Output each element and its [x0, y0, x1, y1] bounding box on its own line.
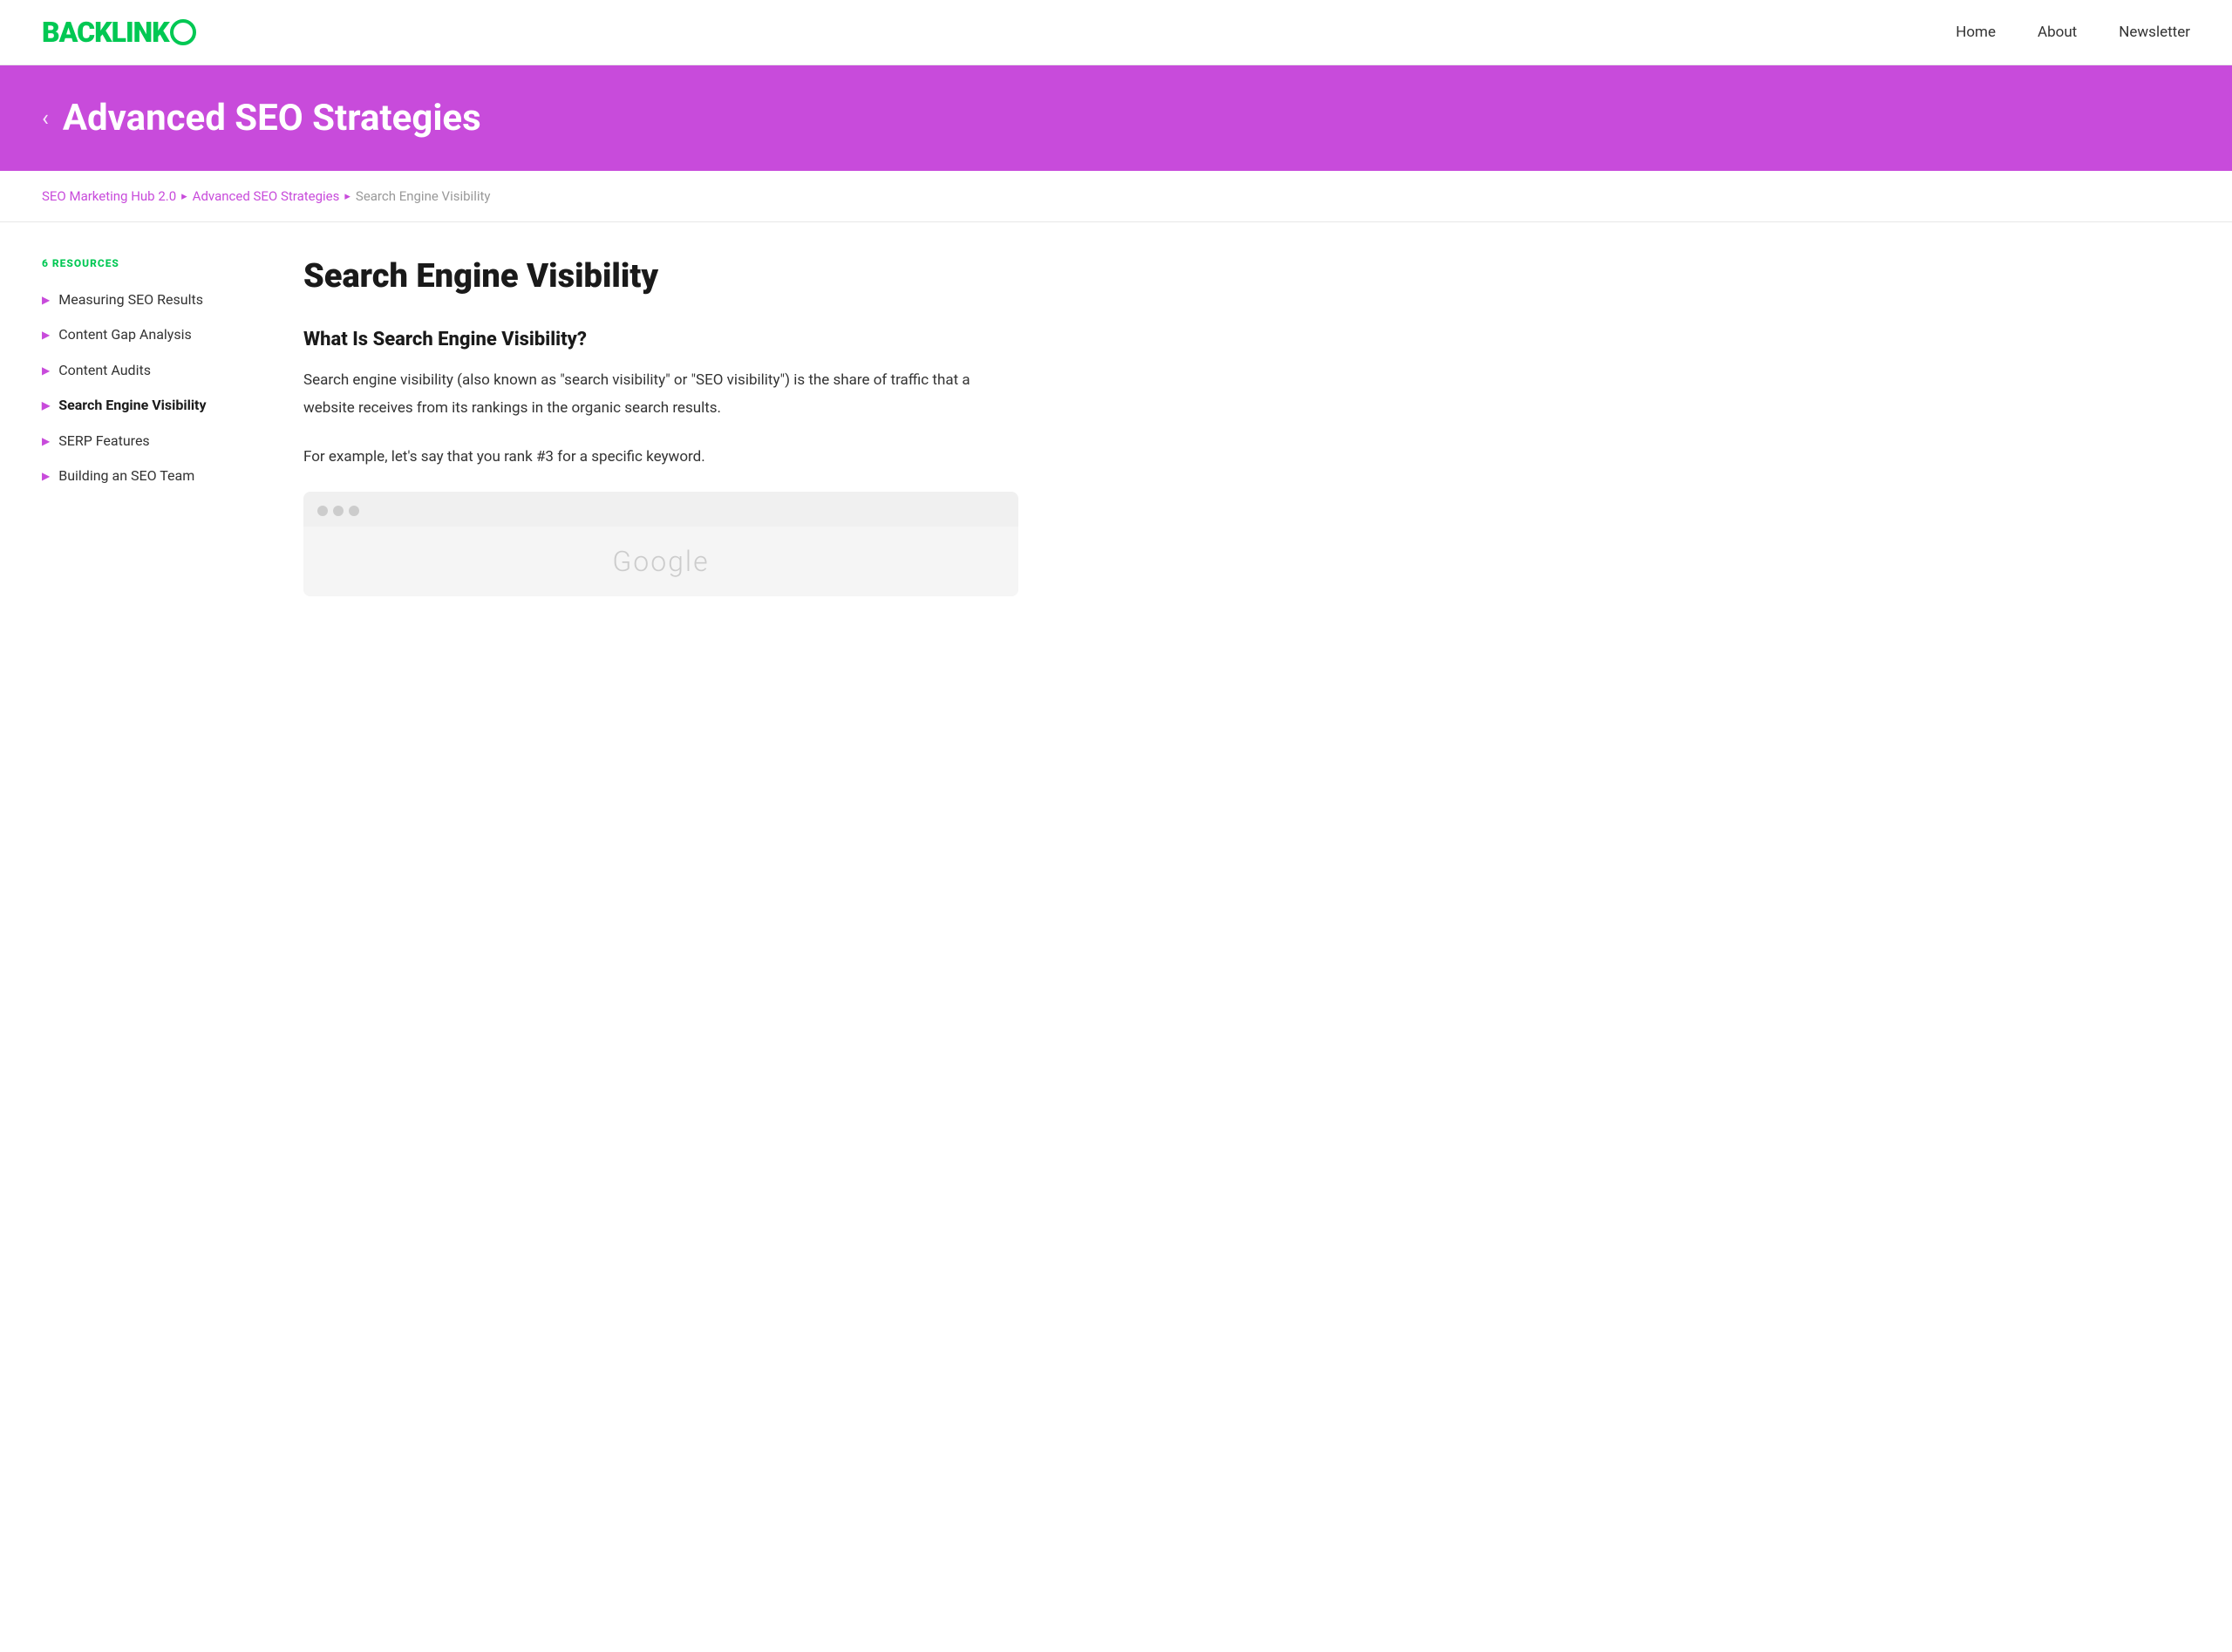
browser-content-area: Google	[303, 527, 1018, 596]
article-paragraph-2: For example, let's say that you rank #3 …	[303, 443, 1018, 471]
nav-newsletter[interactable]: Newsletter	[2119, 24, 2190, 41]
site-logo[interactable]: BACKLINK	[42, 16, 196, 49]
article-title: Search Engine Visibility	[303, 257, 1018, 297]
breadcrumb-separator-1: ▸	[181, 190, 187, 203]
sidebar-item-label-1: Measuring SEO Results	[58, 290, 203, 309]
main-layout: 6 RESOURCES ▶ Measuring SEO Results ▶ Co…	[0, 222, 1133, 631]
browser-dots	[303, 506, 1018, 527]
site-header: BACKLINK Home About Newsletter	[0, 0, 2232, 65]
resources-label: 6 RESOURCES	[42, 257, 251, 269]
browser-dot-3	[349, 506, 359, 516]
breadcrumb-separator-2: ▸	[344, 190, 350, 203]
hero-title: Advanced SEO Strategies	[63, 97, 481, 139]
back-arrow-icon[interactable]: ‹	[42, 107, 49, 130]
sidebar-arrow-icon-1: ▶	[42, 294, 50, 306]
nav-home[interactable]: Home	[1956, 24, 1996, 41]
sidebar-item-content-gap[interactable]: ▶ Content Gap Analysis	[42, 325, 251, 344]
article-content: Search Engine Visibility What Is Search …	[303, 257, 1018, 596]
sidebar-arrow-icon-6: ▶	[42, 470, 50, 482]
hero-banner: ‹ Advanced SEO Strategies	[0, 65, 2232, 171]
breadcrumb: SEO Marketing Hub 2.0 ▸ Advanced SEO Str…	[0, 171, 2232, 222]
sidebar-item-label-6: Building an SEO Team	[58, 466, 194, 486]
sidebar-item-label-2: Content Gap Analysis	[58, 325, 192, 344]
sidebar-nav-list: ▶ Measuring SEO Results ▶ Content Gap An…	[42, 290, 251, 486]
browser-dot-2	[333, 506, 344, 516]
logo-o	[170, 19, 196, 45]
sidebar-item-measuring[interactable]: ▶ Measuring SEO Results	[42, 290, 251, 309]
nav-about[interactable]: About	[2038, 24, 2077, 41]
sidebar-item-search-engine-visibility[interactable]: ▶ Search Engine Visibility	[42, 396, 251, 415]
sidebar-arrow-icon-5: ▶	[42, 435, 50, 447]
sidebar: 6 RESOURCES ▶ Measuring SEO Results ▶ Co…	[42, 257, 251, 596]
sidebar-arrow-icon-3: ▶	[42, 364, 50, 377]
sidebar-arrow-icon-2: ▶	[42, 329, 50, 341]
sidebar-item-label-5: SERP Features	[58, 432, 149, 451]
google-logo: Google	[612, 545, 709, 578]
sidebar-item-label-4: Search Engine Visibility	[58, 396, 206, 415]
logo-text: BACKLINK	[42, 16, 169, 49]
breadcrumb-item-hub[interactable]: SEO Marketing Hub 2.0	[42, 188, 176, 204]
main-nav: Home About Newsletter	[1956, 24, 2190, 41]
article-paragraph-1: Search engine visibility (also known as …	[303, 366, 1018, 423]
sidebar-arrow-icon-4: ▶	[42, 399, 50, 411]
article-section-title: What Is Search Engine Visibility?	[303, 329, 1018, 350]
sidebar-item-label-3: Content Audits	[58, 361, 151, 380]
browser-dot-1	[317, 506, 328, 516]
browser-mockup: Google	[303, 492, 1018, 596]
breadcrumb-item-advanced[interactable]: Advanced SEO Strategies	[193, 188, 340, 204]
sidebar-item-building-seo-team[interactable]: ▶ Building an SEO Team	[42, 466, 251, 486]
sidebar-item-content-audits[interactable]: ▶ Content Audits	[42, 361, 251, 380]
sidebar-item-serp-features[interactable]: ▶ SERP Features	[42, 432, 251, 451]
breadcrumb-item-current: Search Engine Visibility	[356, 188, 491, 204]
